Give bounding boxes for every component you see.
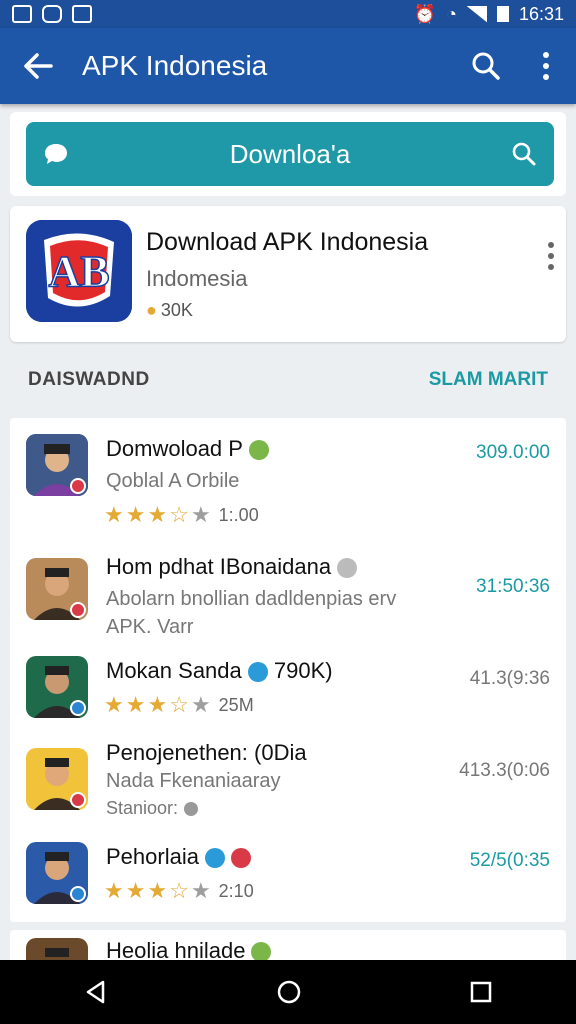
image-notification-icon xyxy=(72,5,92,23)
list-item[interactable]: Penojenethen: (0Dia Nada Fkenaniaaray St… xyxy=(10,738,566,838)
settings-icon xyxy=(184,802,199,817)
item-subtitle-2: APK. Varr xyxy=(106,616,194,638)
chat-bubble-icon xyxy=(45,144,67,164)
section-action-link[interactable]: SLAM MARIT xyxy=(429,369,548,391)
avatar xyxy=(26,842,88,904)
featured-app-card[interactable]: AB Download APK Indonesia Indomesia ● 30… xyxy=(10,206,566,342)
star-icon: ★ xyxy=(125,692,146,717)
list-item[interactable]: Mokan Sanda 790K) ★ ★ ★ ☆ ★ 25M 41.3(9:36 xyxy=(10,648,566,738)
star-icon: ★ xyxy=(125,502,146,527)
status-bar: ⏰ ◔ 16:31 xyxy=(0,0,576,28)
fire-icon: ● xyxy=(146,300,157,320)
page-title: APK Indonesia xyxy=(82,50,268,81)
email-notification-icon xyxy=(12,5,32,23)
svg-text:AB: AB xyxy=(48,247,109,296)
verified-icon xyxy=(248,440,269,461)
system-nav-bar xyxy=(0,960,576,1024)
more-options-button[interactable] xyxy=(516,52,576,80)
item-time: 41.3(9:36 xyxy=(469,668,550,689)
rating-stars: ★ ★ ★ ☆ ★ 25M xyxy=(104,692,254,717)
item-subtitle: Nada Fkenaniaaray xyxy=(106,770,281,792)
star-icon: ★ xyxy=(147,502,168,527)
more-vert-icon xyxy=(543,52,549,80)
status-time: 16:31 xyxy=(518,3,564,24)
item-title: Hom pdhat IBonaidana xyxy=(106,554,358,580)
item-time: 31:50:36 xyxy=(476,576,550,597)
search-button[interactable] xyxy=(456,51,516,81)
nav-back-icon[interactable] xyxy=(83,979,109,1005)
wifi-icon: ◔ xyxy=(446,3,457,24)
alarm-icon: ⏰ xyxy=(413,3,437,24)
app-notification-icon xyxy=(42,5,62,23)
avatar xyxy=(26,748,88,810)
half-star-icon: ☆ xyxy=(169,878,189,903)
rating-stars: ★ ★ ★ ☆ ★ 2:10 xyxy=(104,878,254,903)
more-vert-icon xyxy=(548,242,554,270)
avatar xyxy=(26,656,88,718)
section-header: DAISWADND SLAM MARIT xyxy=(28,364,548,396)
nav-home-icon[interactable] xyxy=(276,979,302,1005)
star-icon: ★ xyxy=(104,878,124,903)
item-time: 413.3(0:06 xyxy=(459,760,550,781)
item-title: Domwoload P xyxy=(106,436,269,462)
signal-icon xyxy=(466,6,487,22)
list-item[interactable]: Hom pdhat IBonaidana Abolarn bnollian da… xyxy=(10,536,566,648)
search-bar[interactable]: Downloa'a xyxy=(26,122,554,186)
app-logo: AB xyxy=(26,220,132,322)
item-subtitle: Abolarn bnollian dadldenpias erv xyxy=(106,588,397,610)
item-time: 52/5(0:35 xyxy=(469,850,550,871)
star-icon: ★ xyxy=(125,878,146,903)
twitter-icon xyxy=(204,848,225,869)
section-title: DAISWADND xyxy=(28,369,150,390)
app-list: Domwoload P Qoblal A Orbile ★ ★ ★ ☆ ★ 1:.00 … xyxy=(10,418,566,922)
nav-recents-icon[interactable] xyxy=(469,980,493,1004)
avatar xyxy=(26,434,88,496)
star-icon: ★ xyxy=(190,692,211,717)
rating-stars: ★ ★ ★ ☆ ★ 1:.00 xyxy=(104,502,259,527)
featured-app-subtitle: Indomesia xyxy=(146,266,248,291)
featured-more-button[interactable] xyxy=(548,242,554,270)
back-button[interactable] xyxy=(0,53,76,79)
half-star-icon: ☆ xyxy=(169,502,189,527)
star-icon: ★ xyxy=(147,692,168,717)
star-icon: ★ xyxy=(190,502,211,527)
item-subtitle-2: Stanioor: xyxy=(106,798,199,819)
arrow-back-icon xyxy=(24,53,53,79)
item-time: 309.0:00 xyxy=(476,442,550,463)
half-star-icon: ☆ xyxy=(169,692,189,717)
avatar xyxy=(26,558,88,620)
list-item[interactable]: Pehorlaia ★ ★ ★ ☆ ★ 2:10 52/5(0:35 xyxy=(10,838,566,922)
item-title: Mokan Sanda 790K) xyxy=(106,658,333,683)
star-icon: ★ xyxy=(104,692,124,717)
search-text[interactable]: Downloa'a xyxy=(86,139,494,170)
item-subtitle: Qoblal A Orbile xyxy=(106,470,240,492)
list-item[interactable]: Domwoload P Qoblal A Orbile ★ ★ ★ ☆ ★ 1:.00 … xyxy=(10,418,566,536)
featured-app-title: Download APK Indonesia xyxy=(146,228,429,256)
search-icon xyxy=(472,52,500,80)
item-title: Penojenethen: (0Dia xyxy=(106,740,307,765)
info-icon xyxy=(337,558,358,579)
search-icon[interactable] xyxy=(511,141,537,167)
battery-icon xyxy=(496,6,509,22)
search-card: Downloa'a xyxy=(10,112,566,196)
star-icon: ★ xyxy=(147,878,168,903)
download-count: ● 30K xyxy=(146,300,193,320)
twitter-icon xyxy=(247,662,268,683)
pin-icon xyxy=(230,848,251,869)
star-icon: ★ xyxy=(190,878,211,903)
item-title: Pehorlaia xyxy=(106,844,251,870)
app-bar: APK Indonesia xyxy=(0,28,576,104)
star-icon: ★ xyxy=(104,502,124,527)
